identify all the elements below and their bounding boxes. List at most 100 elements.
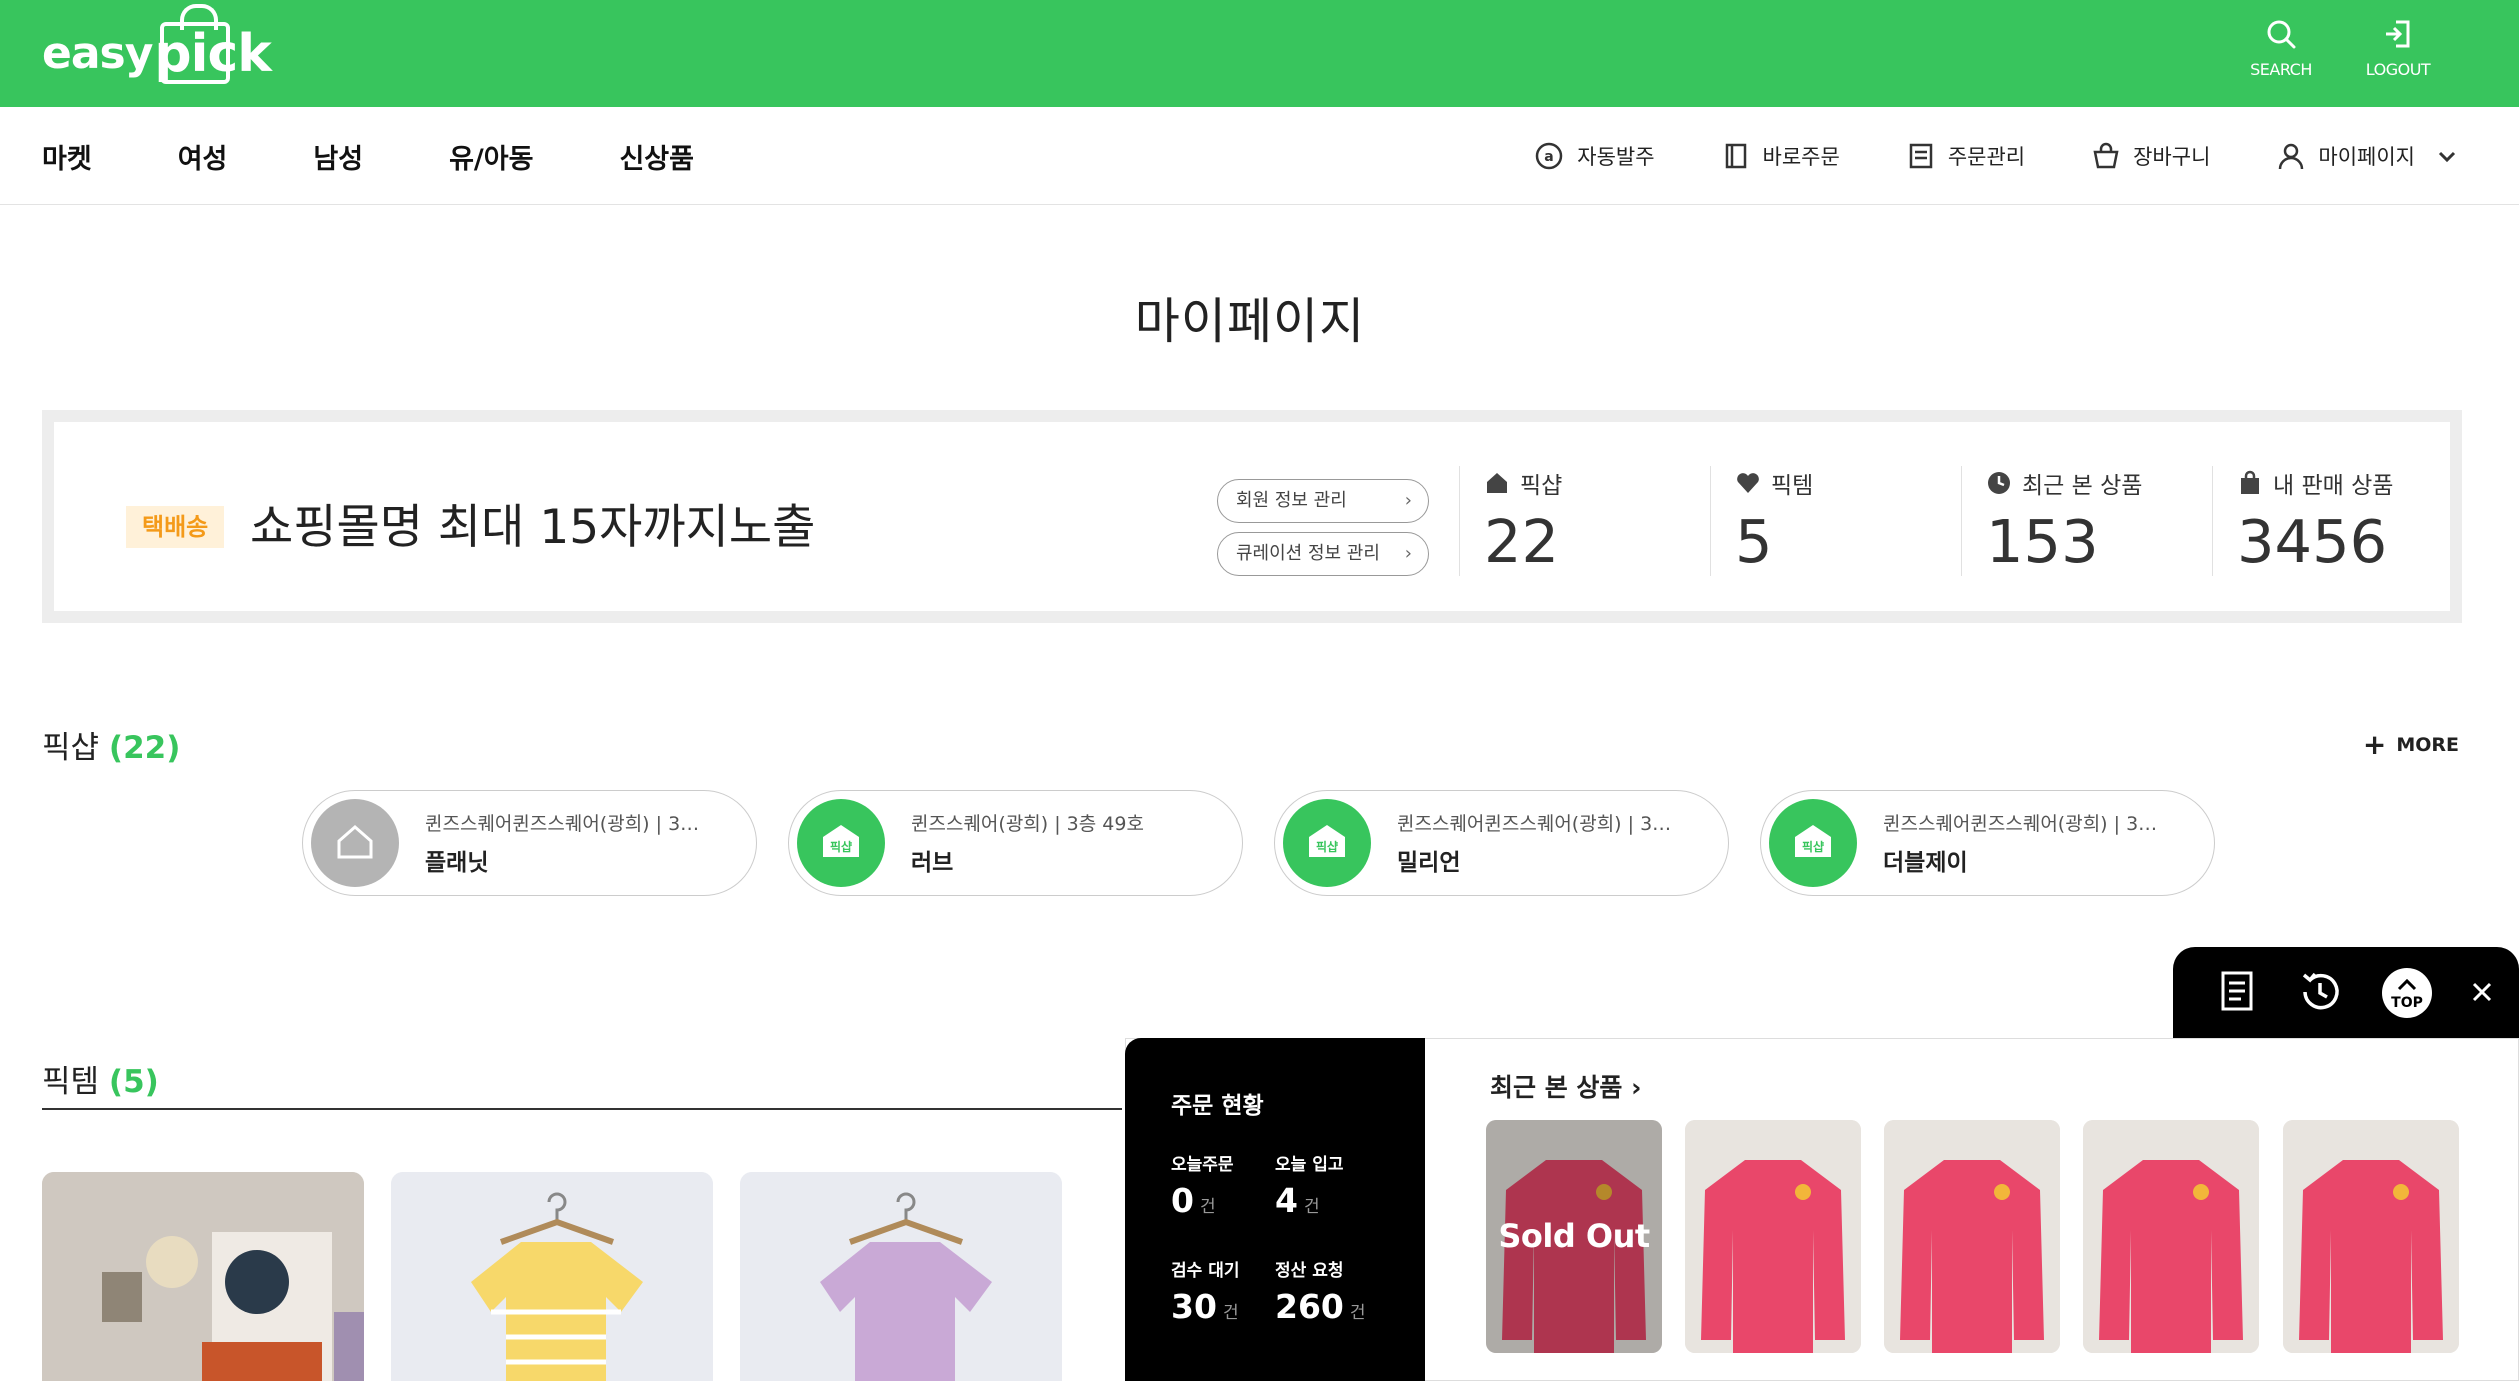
plus-icon: + [2362,728,2387,761]
svg-text:픽샵: 픽샵 [1316,839,1338,854]
recent-product-thumb[interactable] [2083,1120,2259,1353]
order-stat-inspection[interactable]: 검수 대기 30 건 [1171,1256,1281,1326]
nav-direct-order-label: 바로주문 [1762,145,1840,169]
shop-card[interactable]: 픽샵 퀸즈스퀘어(광희) | 3층 49호 러브 [788,790,1243,896]
top-arrow-icon: TOP [2382,968,2432,1018]
pickitem-count: (5) [108,1064,159,1100]
nav-item-market[interactable]: 마켓 [42,137,92,176]
more-button[interactable]: + MORE [2363,728,2459,761]
top-header: easy pick SEARCH LOGOUT [0,0,2519,107]
stat-recent-viewed[interactable]: 최근 본 상품 153 [1961,466,2212,576]
at-circle-icon: a [1536,142,1563,170]
shop-location: 퀸즈스퀘어퀸즈스퀘어(광희) | 3… [1883,813,2158,835]
category-menu: 마켓 여성 남성 유/아동 신상품 [42,107,780,205]
nav-item-new-arrivals[interactable]: 신상품 [619,137,694,176]
profile-stats: 픽샵 22 픽템 5 최근 본 상품 153 내 판매 상품 3456 [1459,466,2463,576]
pickshop-store-icon: 픽샵 [1309,825,1345,857]
chevron-right-icon: › [1631,1073,1642,1102]
order-stat-today-stock[interactable]: 오늘 입고 4건 [1275,1150,1385,1220]
order-stat-settlement[interactable]: 정산 요청 260 건 [1275,1256,1385,1326]
shop-card[interactable]: 퀸즈스퀘어퀸즈스퀘어(광희) | 3… 플래닛 [302,790,757,896]
stat-pickitem[interactable]: 픽템 5 [1710,466,1961,576]
order-status-box: 주문 현황 오늘주문 0건 오늘 입고 4건 검수 대기 30 건 정산 요청 2… [1125,1038,1425,1381]
recent-product-thumb[interactable]: Sold Out [1486,1120,1662,1353]
stat-my-sales-value: 3456 [2237,507,2388,576]
product-card[interactable] [42,1172,364,1381]
user-icon [2279,143,2304,170]
product-card[interactable] [391,1172,713,1381]
logout-button[interactable]: LOGOUT [2353,14,2443,94]
receipt-icon [1909,143,1933,169]
stat-my-sales[interactable]: 내 판매 상품 3456 [2212,466,2463,576]
order-stat-today-order[interactable]: 오늘주문 0건 [1171,1150,1281,1220]
curation-info-button[interactable]: 큐레이션 정보 관리 › [1217,532,1429,576]
product-photo [740,1172,1062,1381]
profile-summary-inner: 택배송 쇼핑몰명 최대 15자까지노출 회원 정보 관리 › 큐레이션 정보 관리… [54,422,2450,611]
recent-product-thumb[interactable] [1884,1120,2060,1353]
search-label: SEARCH [2250,60,2312,79]
receipt-icon [2221,971,2253,1011]
pickitem-divider [42,1108,1122,1110]
nav-order-management[interactable]: 주문관리 [1906,141,2025,171]
history-icon [2302,972,2339,1010]
shop-location: 퀸즈스퀘어퀸즈스퀘어(광희) | 3… [425,813,700,835]
search-button[interactable]: SEARCH [2236,14,2326,94]
shop-icon [1487,473,1507,493]
nav-item-kids[interactable]: 유/아동 [449,137,533,176]
member-info-button[interactable]: 회원 정보 관리 › [1217,479,1429,523]
logo-text-pick: pick [154,4,272,84]
stat-recent-viewed-label: 최근 본 상품 [2022,473,2143,499]
pickshop-section-title: 픽샵 (22) [42,730,181,766]
close-panel-button[interactable] [2467,977,2497,1011]
order-list-button[interactable] [2213,967,2263,1021]
scroll-top-button[interactable]: TOP [2381,967,2433,1023]
logout-icon [2386,20,2410,48]
recent-product-thumb[interactable] [1685,1120,1861,1353]
history-button[interactable] [2295,967,2345,1021]
utility-menu: a 자동발주 바로주문 주문관리 장바구니 마이페이지 [1467,107,2459,205]
chevron-down-icon [2438,151,2456,163]
nav-direct-order[interactable]: 바로주문 [1721,141,1840,171]
nav-item-women[interactable]: 여성 [178,137,228,176]
easypick-logo[interactable]: easy pick [42,4,272,94]
main-nav: 마켓 여성 남성 유/아동 신상품 a 자동발주 바로주문 주문관리 장바구니 … [0,107,2519,205]
close-icon [2472,982,2492,1002]
basket-icon [2093,142,2119,169]
shop-card[interactable]: 픽샵 퀸즈스퀘어퀸즈스퀘어(광희) | 3… 밀리언 [1274,790,1729,896]
recent-product-thumb[interactable] [2283,1120,2459,1353]
shop-avatar: 픽샵 [797,799,885,887]
recent-products-link[interactable]: 최근 본 상품 › [1490,1068,1641,1104]
shop-name-label: 러브 [911,850,954,876]
shop-avatar: 픽샵 [1769,799,1857,887]
shop-name-label: 더블제이 [1883,850,1968,876]
pickitem-section-title: 픽템 (5) [42,1064,159,1100]
nav-cart[interactable]: 장바구니 [2091,141,2210,171]
shop-card[interactable]: 픽샵 퀸즈스퀘어퀸즈스퀘어(광희) | 3… 더블제이 [1760,790,2215,896]
logout-label: LOGOUT [2365,60,2431,79]
clock-icon [1988,472,2010,494]
nav-auto-order-label: 자동발주 [1577,145,1655,169]
stat-pickshop[interactable]: 픽샵 22 [1459,466,1710,576]
sold-out-overlay: Sold Out [1486,1120,1662,1353]
product-photo [1685,1120,1861,1353]
shop-location: 퀸즈스퀘어퀸즈스퀘어(광희) | 3… [1397,813,1672,835]
svg-text:TOP: TOP [2391,995,2423,1011]
logo-text-easy: easy [42,28,153,79]
shop-avatar: 픽샵 [1283,799,1371,887]
stat-pickshop-value: 22 [1484,507,1560,576]
nav-cart-label: 장바구니 [2133,145,2211,169]
product-card[interactable] [740,1172,1062,1381]
nav-order-management-label: 주문관리 [1947,145,2026,169]
shop-name-label: 밀리언 [1397,850,1461,876]
svg-text:a: a [1545,149,1554,165]
delivery-badge: 택배송 [126,506,225,548]
shop-avatar [311,799,399,887]
shopping-bag-icon [2241,470,2259,494]
page-title: 마이페이지 [1134,293,1366,350]
pickshop-store-icon: 픽샵 [823,825,859,857]
heart-icon [1737,473,1759,493]
stat-pickitem-value: 5 [1735,507,1773,576]
nav-item-men[interactable]: 남성 [313,137,363,176]
nav-auto-order[interactable]: a 자동발주 [1533,140,1655,172]
nav-mypage[interactable]: 마이페이지 [2276,141,2459,171]
